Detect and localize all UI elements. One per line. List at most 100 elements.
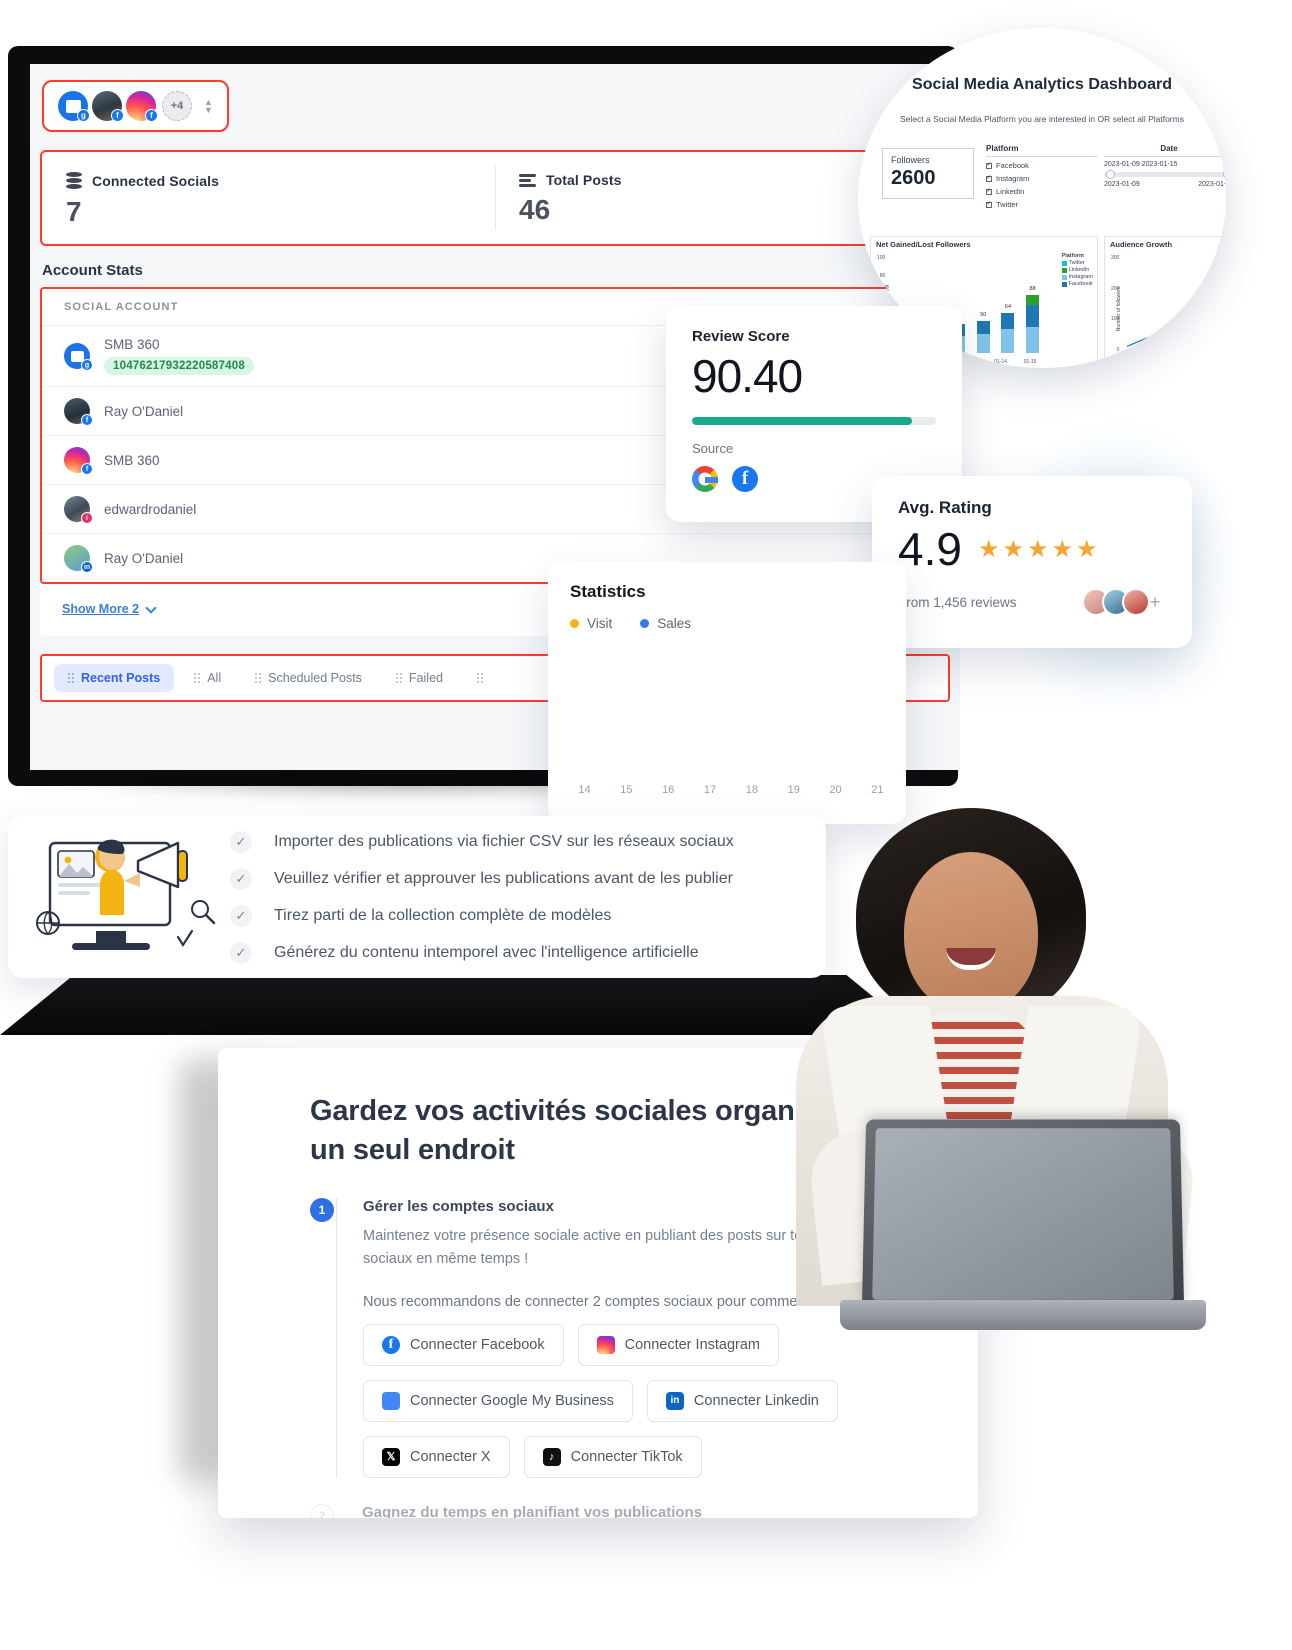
marketing-illustration	[28, 827, 224, 967]
platform-option-twitter[interactable]: Twitter	[986, 200, 1098, 209]
chart-y-axis: 300 200 100 0	[1111, 255, 1119, 353]
xtick: 20	[829, 784, 842, 796]
chart-title: Audience Growth	[1110, 240, 1173, 249]
google-my-business-icon	[382, 1391, 400, 1410]
stat-value-connected-socials: 7	[66, 196, 82, 227]
laptop-screen	[861, 1119, 1185, 1310]
drag-handle-icon	[395, 673, 402, 683]
checkbox-icon[interactable]	[986, 161, 992, 169]
face	[904, 852, 1038, 1012]
button-label: Connecter Linkedin	[693, 1392, 819, 1409]
xtick: 17	[703, 784, 717, 796]
google-icon[interactable]	[692, 466, 718, 492]
tab-recent-posts[interactable]: Recent Posts	[54, 664, 175, 692]
date-header: Date	[1104, 144, 1226, 157]
statistics-card: Statistics Visit Sales 14 15 16 17 18 19…	[548, 562, 906, 824]
statistics-x-axis: 14 15 16 17 18 19 20 21	[570, 784, 892, 796]
tab-scheduled-posts[interactable]: Scheduled Posts	[241, 664, 376, 692]
tab-all[interactable]: All	[180, 664, 235, 692]
more-reviewers-label: +	[1149, 591, 1161, 612]
drag-handle-icon	[68, 673, 74, 683]
bar-group: 50	[976, 312, 990, 353]
linkedin-profile-avatar-icon: in	[64, 545, 93, 573]
more-accounts-count[interactable]: +4	[162, 91, 192, 121]
connect-facebook-button[interactable]: f Connecter Facebook	[363, 1323, 564, 1366]
connect-linkedin-button[interactable]: in Connecter Linkedin	[646, 1379, 838, 1422]
platform-option-facebook[interactable]: Facebook	[986, 161, 1098, 170]
account-name: edwardrodaniel	[104, 501, 197, 517]
x-icon: 𝕏	[382, 1447, 400, 1466]
tab-overflow[interactable]	[463, 666, 497, 690]
google-badge-icon: g	[77, 109, 90, 122]
checkbox-icon[interactable]	[986, 200, 992, 208]
show-more-link[interactable]: Show More 2	[62, 601, 157, 616]
account-name: SMB 360	[104, 452, 160, 468]
facebook-badge-icon: f	[81, 463, 93, 475]
step-number: 1	[310, 1198, 334, 1223]
date-range-value: 2023-01-09 2023-01-15	[1104, 161, 1178, 168]
analytics-title: Social Media Analytics Dashboard	[912, 76, 1172, 93]
facebook-icon[interactable]: f	[732, 466, 758, 492]
reviews-count-label: From 1,456 reviews	[898, 594, 1017, 610]
star-icon: ★	[1051, 535, 1074, 563]
followers-label: Followers	[891, 155, 930, 165]
instagram-profile-avatar[interactable]: f	[126, 91, 158, 122]
connect-google-my-business-button[interactable]: Connecter Google My Business	[363, 1379, 633, 1422]
xtick: 15	[620, 784, 633, 796]
connect-x-button[interactable]: 𝕏 Connecter X	[363, 1435, 510, 1478]
ytick: 300	[1111, 255, 1120, 261]
slider-handle-start[interactable]	[1106, 170, 1115, 179]
platform-option-linkedin[interactable]: LinkedIn	[986, 187, 1098, 196]
summary-stats-row: Connected Socials 7 Total Posts 46	[40, 150, 950, 246]
database-icon	[66, 172, 82, 190]
statistics-legend: Visit Sales	[570, 616, 884, 631]
review-score-progress	[692, 417, 936, 425]
connect-tiktok-button[interactable]: ♪ Connecter TikTok	[523, 1435, 702, 1478]
xtick: 14	[578, 784, 591, 796]
xtick: 01-15	[1023, 359, 1037, 365]
linkedin-icon: in	[665, 1391, 684, 1410]
checkbox-icon[interactable]	[986, 187, 992, 195]
checklist-text: Importer des publications via fichier CS…	[274, 832, 734, 850]
slider-handle-end[interactable]	[1223, 170, 1226, 179]
platform-header: Platform	[986, 144, 1098, 157]
avg-rating-card: Avg. Rating 4.9 ★ ★ ★ ★ ★ From 1,456 reviews…	[872, 476, 1192, 648]
review-score-value: 90.40	[692, 350, 803, 402]
star-rating-icons: ★ ★ ★ ★ ★	[978, 535, 1098, 564]
connected-accounts-selector[interactable]: g f f +4 ▲ ▼	[42, 80, 229, 132]
button-label: Connecter Google My Business	[410, 1392, 614, 1409]
analytics-subtitle: Select a Social Media Platform you are i…	[900, 114, 1184, 124]
platform-filter: Platform Facebook Instagram LinkedIn Twi…	[986, 144, 1098, 209]
bar-group: 64	[1001, 304, 1015, 353]
account-stepper[interactable]: ▲ ▼	[204, 98, 213, 115]
bar-value-label: 64	[1004, 304, 1012, 310]
checklist-text: Générez du contenu intemporel avec l'int…	[274, 943, 699, 961]
date-filter: Date 2023-01-09 2023-01-15 2023-01-09 20…	[1104, 144, 1226, 188]
instagram-badge-icon: i	[81, 512, 93, 524]
platform-option-instagram[interactable]: Instagram	[986, 174, 1098, 183]
facebook-badge-icon-2: f	[145, 109, 158, 122]
legend-label: Sales	[657, 616, 692, 631]
google-business-avatar[interactable]: g	[58, 91, 90, 122]
checkbox-icon[interactable]	[986, 174, 992, 182]
xtick: 01-13	[964, 359, 978, 365]
account-id-badge: 10476217932220587408	[104, 357, 254, 375]
list-item: ✓ Importer des publications via fichier …	[230, 830, 806, 853]
facebook-profile-avatar[interactable]: f	[92, 91, 124, 122]
instagram-icon	[596, 1335, 615, 1354]
stat-label-connected-socials: Connected Socials	[92, 173, 219, 189]
ytick: 80	[879, 273, 886, 280]
platform-label: Facebook	[996, 161, 1029, 170]
checklist-text: Tirez parti de la collection complète de…	[274, 906, 612, 924]
check-icon: ✓	[230, 830, 252, 853]
connect-instagram-button[interactable]: Connecter Instagram	[577, 1323, 780, 1366]
show-more-label: Show More 2	[62, 602, 140, 616]
bar-value-label: 50	[980, 312, 987, 318]
date-range-slider[interactable]	[1104, 170, 1226, 179]
tab-failed[interactable]: Failed	[382, 664, 457, 692]
laptop-base	[840, 1300, 1206, 1330]
date-end-value: 2023-01-15	[1198, 181, 1226, 188]
account-name: Ray O'Daniel	[104, 403, 184, 419]
xtick: 19	[787, 784, 800, 796]
ytick: 100	[1111, 316, 1120, 323]
